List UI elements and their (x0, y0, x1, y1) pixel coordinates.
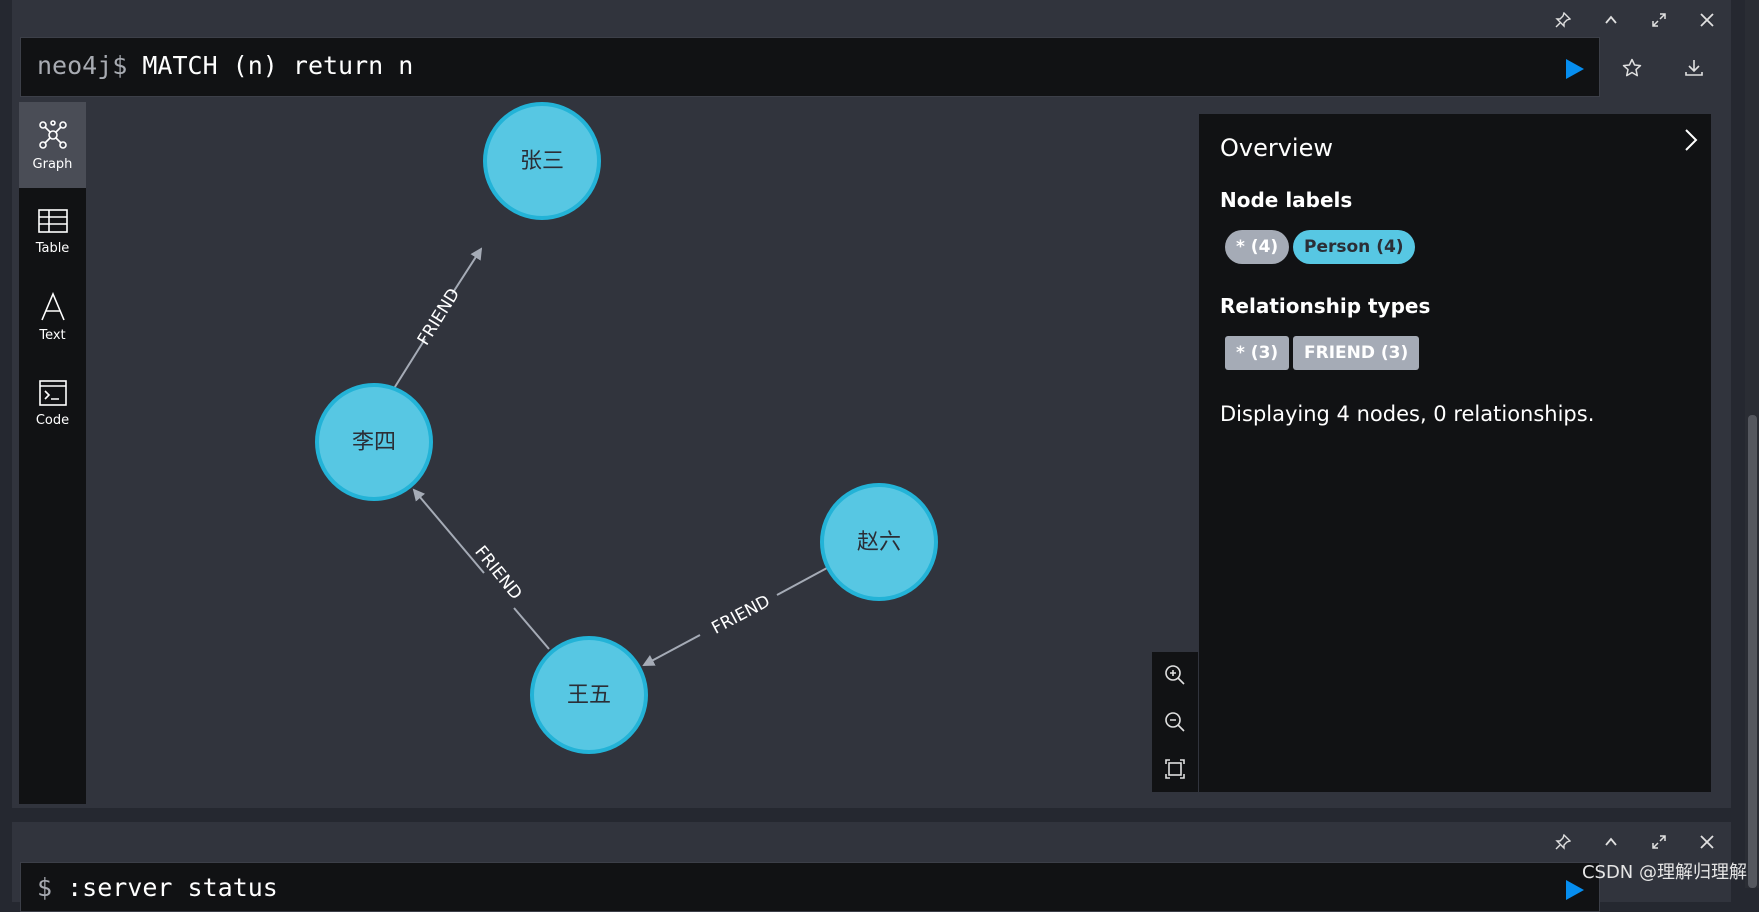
overview-title: Overview (1220, 134, 1333, 162)
relationship-edge[interactable]: FRIEND (642, 567, 828, 666)
close-icon[interactable] (1683, 0, 1731, 40)
fit-view-icon (1165, 758, 1185, 779)
star-icon (1622, 58, 1642, 77)
zoom-controls (1152, 652, 1198, 792)
collapse-icon[interactable] (1587, 0, 1635, 40)
graph-canvas[interactable]: FRIEND FRIEND FRIEND 张三 李四 王五 赵六 (89, 102, 1189, 804)
relationship-label: FRIEND (708, 591, 773, 638)
fullscreen-icon[interactable] (1635, 822, 1683, 862)
node-label: 赵六 (857, 530, 901, 555)
download-button[interactable] (1664, 38, 1724, 98)
query-text[interactable]: MATCH (n) return n (142, 51, 413, 80)
page-scrollbar-thumb[interactable] (1748, 415, 1757, 888)
relationship-edge[interactable]: FRIEND (412, 488, 550, 650)
pin-icon[interactable] (1539, 822, 1587, 862)
result-frame: neo4j$ MATCH (n) return n Graph Table Te… (12, 0, 1731, 808)
fit-view-button[interactable] (1152, 745, 1198, 792)
fullscreen-icon[interactable] (1635, 0, 1683, 40)
code-icon (38, 379, 67, 406)
editor-prompt: neo4j$ MATCH (n) return n (37, 51, 413, 80)
overview-panel: Overview Node labels * (4) Person (4) Re… (1199, 114, 1711, 792)
node-label: 张三 (520, 149, 564, 174)
close-icon[interactable] (1683, 822, 1731, 862)
zoom-in-icon (1165, 665, 1185, 685)
overview-status: Displaying 4 nodes, 0 relationships. (1220, 402, 1595, 426)
chevron-right-icon (1685, 129, 1698, 151)
rel-type-tag-all[interactable]: * (3) (1225, 336, 1290, 370)
tab-code-label: Code (35, 412, 70, 428)
prompt-text: neo4j$ (37, 51, 128, 80)
graph-node[interactable]: 李四 (315, 383, 433, 501)
collapse-icon[interactable] (1587, 822, 1635, 862)
tab-graph[interactable]: Graph (19, 102, 86, 188)
download-icon (1685, 60, 1703, 76)
graph-node[interactable]: 赵六 (820, 483, 938, 601)
zoom-in-button[interactable] (1152, 652, 1198, 699)
relationship-label: FRIEND (414, 285, 464, 349)
tab-table[interactable]: Table (19, 188, 86, 274)
query-editor[interactable]: neo4j$ MATCH (n) return n (20, 37, 1600, 97)
relationship-label: FRIEND (470, 542, 525, 604)
graph-node[interactable]: 张三 (483, 102, 601, 220)
view-tabs: Graph Table Text Code (19, 102, 86, 804)
zoom-out-button[interactable] (1152, 699, 1198, 746)
tab-table-label: Table (35, 240, 70, 256)
frame-toolbar (1539, 822, 1731, 862)
node-label-pill-all[interactable]: * (4) (1225, 230, 1290, 264)
frame-toolbar (1539, 0, 1731, 40)
graph-icon (38, 119, 67, 149)
zoom-out-icon (1165, 712, 1185, 732)
relationship-types-heading: Relationship types (1220, 294, 1431, 318)
query-editor[interactable]: $ :server status (20, 862, 1600, 912)
node-label: 李四 (352, 430, 396, 455)
node-label-pill-person[interactable]: Person (4) (1293, 230, 1415, 264)
text-icon (40, 291, 65, 320)
table-icon (37, 208, 68, 233)
relationship-edge[interactable]: FRIEND (392, 247, 483, 391)
favorite-button[interactable] (1602, 38, 1662, 98)
tab-code[interactable]: Code (19, 360, 86, 446)
node-labels-heading: Node labels (1220, 188, 1353, 212)
run-button[interactable] (1565, 58, 1585, 84)
tab-text-label: Text (39, 327, 66, 343)
tab-graph-label: Graph (32, 156, 73, 172)
graph-node[interactable]: 王五 (530, 636, 648, 754)
result-frame: $ :server status (12, 822, 1731, 912)
tab-text[interactable]: Text (19, 274, 86, 360)
node-label: 王五 (567, 683, 611, 708)
watermark: CSDN @理解归理解 (1581, 862, 1747, 883)
collapse-overview-button[interactable] (1683, 128, 1699, 156)
rel-type-tag-friend[interactable]: FRIEND (3) (1293, 336, 1420, 370)
pin-icon[interactable] (1539, 0, 1587, 40)
